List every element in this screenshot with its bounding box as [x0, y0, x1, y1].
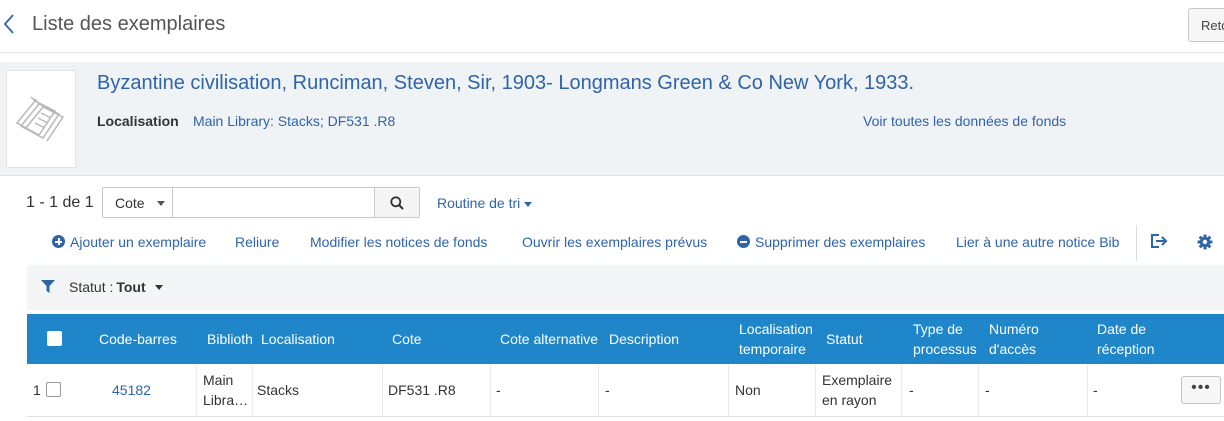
col-accession-line1: Numéro [989, 321, 1039, 337]
cell-status-line2: en rayon [822, 392, 877, 408]
barcode-link[interactable]: 45182 [112, 380, 151, 400]
chevron-left-icon [3, 14, 14, 34]
cell-process-type: - [909, 382, 914, 398]
record-thumbnail [6, 70, 76, 168]
top-bar: Liste des exemplaires Retour [0, 0, 1224, 53]
table-header: Code-barres Biblioth Localisation Cote C… [27, 314, 1224, 364]
search-type-label: Cote [115, 195, 145, 211]
add-item-button[interactable]: Ajouter un exemplaire [52, 234, 206, 250]
col-receiving-line1: Date de [1097, 321, 1147, 337]
cell-divider [728, 364, 729, 416]
settings-button[interactable] [1197, 234, 1213, 255]
col-alt-call-number[interactable]: Cote alternative [500, 314, 598, 364]
search-group: Cote [102, 187, 420, 218]
filter-bar: Statut : Tout [27, 265, 1224, 310]
delete-items-label: Supprimer des exemplaires [755, 234, 926, 250]
book-icon [15, 96, 65, 142]
back-button[interactable] [2, 12, 22, 38]
export-button[interactable] [1150, 233, 1168, 254]
gear-icon [1197, 234, 1213, 250]
cell-status: Exemplaire en rayon [822, 364, 892, 416]
col-temp-location[interactable]: Localisation temporaire [739, 314, 813, 364]
cell-alt-call-number: - [496, 382, 501, 398]
col-receiving-date[interactable]: Date de réception [1097, 314, 1155, 364]
cell-divider [815, 364, 816, 416]
col-location[interactable]: Localisation [261, 314, 335, 364]
table-row: 1 45182 Main Libra… Stacks DF531 .R8 - -… [27, 364, 1224, 417]
record-summary: Byzantine civilisation, Runciman, Steven… [0, 62, 1224, 176]
binding-button[interactable]: Reliure [235, 234, 279, 250]
filter-icon [41, 280, 55, 293]
caret-down-icon [157, 201, 165, 206]
open-predicted-items-button[interactable]: Ouvrir les exemplaires prévus [522, 234, 707, 250]
edit-holdings-button[interactable]: Modifier les notices de fonds [310, 234, 487, 250]
sort-dropdown[interactable]: Routine de tri [437, 195, 533, 211]
caret-down-icon[interactable] [155, 285, 163, 290]
back-to-search-button[interactable]: Retour [1188, 8, 1224, 42]
sort-label: Routine de tri [437, 195, 521, 211]
export-icon [1151, 234, 1168, 248]
relink-bib-button[interactable]: Lier à une autre notice Bib [956, 234, 1119, 250]
status-filter[interactable]: Statut : Tout [69, 279, 146, 295]
col-process-type-line1: Type de [913, 321, 963, 337]
cell-barcode: 45182 [112, 364, 151, 416]
cell-divider [901, 364, 902, 416]
status-filter-label: Statut : [69, 279, 114, 295]
cell-divider [382, 364, 383, 416]
cell-divider [196, 364, 197, 416]
toolbar-divider [1136, 225, 1137, 261]
add-circle-icon [52, 235, 65, 248]
cell-library: Main Libra… [203, 364, 251, 416]
cell-temp-location: Non [735, 382, 761, 398]
caret-down-icon [524, 201, 533, 207]
page-title: Liste des exemplaires [32, 13, 226, 35]
row-number: 1 [33, 382, 41, 398]
select-all-checkbox[interactable] [47, 331, 62, 346]
col-call-number[interactable]: Cote [392, 314, 422, 364]
cell-status-line1: Exemplaire [822, 372, 893, 388]
cell-description: - [605, 382, 610, 398]
col-description[interactable]: Description [609, 314, 679, 364]
cell-accession: - [985, 382, 990, 398]
search-button[interactable] [374, 188, 419, 217]
cell-receiving-date: - [1093, 382, 1098, 398]
col-library[interactable]: Biblioth [207, 314, 253, 364]
view-all-holdings-link[interactable]: Voir toutes les données de fonds [863, 113, 1066, 129]
search-icon [390, 196, 404, 210]
location-value-link[interactable]: Main Library: Stacks; DF531 .R8 [193, 113, 395, 129]
cell-call-number: DF531 .R8 [388, 382, 456, 398]
row-checkbox[interactable] [46, 382, 61, 397]
col-accession-line2: d'accès [989, 341, 1037, 357]
col-accession[interactable]: Numéro d'accès [989, 314, 1039, 364]
cell-divider [1087, 364, 1088, 416]
cell-divider [252, 364, 253, 416]
row-actions-button[interactable]: ••• [1181, 376, 1221, 404]
cell-location: Stacks [257, 382, 300, 398]
cell-library-line2: Libra… [203, 392, 249, 408]
col-process-type-line2: processus [913, 341, 977, 357]
col-temp-location-line1: Localisation [739, 321, 813, 337]
col-temp-location-line2: temporaire [739, 341, 806, 357]
record-title-link[interactable]: Byzantine civilisation, Runciman, Steven… [97, 72, 914, 95]
cell-divider [978, 364, 979, 416]
col-barcode[interactable]: Code-barres [99, 314, 177, 364]
remove-circle-icon [737, 235, 750, 248]
col-process-type[interactable]: Type de processus [913, 314, 977, 364]
results-count: 1 - 1 de 1 [26, 194, 94, 211]
search-input[interactable] [174, 188, 374, 217]
cell-divider [598, 364, 599, 416]
delete-items-button[interactable]: Supprimer des exemplaires [737, 234, 925, 250]
search-type-dropdown[interactable]: Cote [103, 188, 173, 217]
location-label: Localisation [97, 113, 179, 129]
cell-divider [490, 364, 491, 416]
col-receiving-line2: réception [1097, 341, 1155, 357]
status-filter-value: Tout [116, 279, 146, 295]
cell-library-line1: Main [203, 372, 234, 388]
add-item-label: Ajouter un exemplaire [70, 234, 207, 250]
col-status[interactable]: Statut [826, 314, 863, 364]
